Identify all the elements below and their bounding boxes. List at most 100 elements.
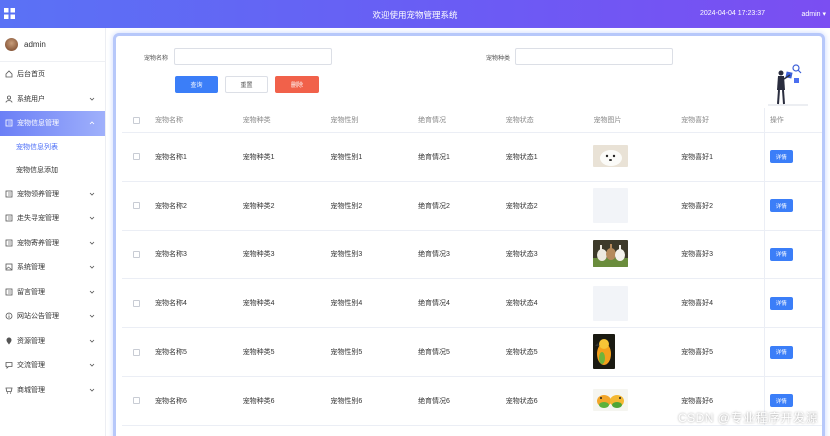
cell-type: 宠物种类1: [242, 153, 275, 161]
sidebar-item-label: 走失寻宠管理: [17, 215, 59, 223]
detail-button[interactable]: 详情: [769, 247, 793, 261]
cell-sterilized: 绝育情况5: [418, 349, 450, 357]
cell-type: 宠物种类3: [242, 251, 275, 259]
cell-gender: 宠物性别2: [330, 202, 363, 210]
row-select-cell: [122, 250, 150, 258]
detail-button[interactable]: 详情: [769, 394, 793, 408]
detail-button[interactable]: 详情: [769, 199, 793, 213]
sidebar-subitem-pet-list[interactable]: 宠物信息列表: [0, 136, 105, 159]
sidebar-item-7[interactable]: 留言管理: [0, 280, 105, 305]
sidebar-item-1[interactable]: 系统用户: [0, 87, 105, 112]
pet-image-cell: [588, 239, 676, 269]
column-header: 宠物状态: [505, 117, 534, 124]
cell-gender: 宠物性别6: [330, 397, 363, 405]
cell-hobby: 宠物喜好5: [681, 349, 714, 357]
main-content: 宠物名称 宠物种类 查询 重置 删除 宠物名称 宠物种类 宠物性别 绝育情况 宠物状态: [106, 28, 830, 436]
cell-hobby: 宠物喜好3: [681, 251, 714, 259]
pet-image-parrot: [593, 333, 616, 371]
cell-sterilized: 绝育情况3: [418, 251, 450, 259]
sidebar-item-11[interactable]: 商城管理: [0, 378, 105, 403]
image-icon: [5, 263, 13, 271]
sidebar-subitem-pet-add[interactable]: 宠物信息添加: [0, 159, 105, 182]
operation-cell: 详情: [763, 328, 814, 376]
sidebar-item-10[interactable]: 交流管理: [0, 353, 105, 378]
operation-cell: 详情: [763, 230, 814, 279]
sidebar-item-label: 宠物信息管理: [17, 120, 59, 128]
delete-button[interactable]: 删除: [275, 76, 319, 93]
cell-sterilized: 绝育情况2: [418, 202, 450, 210]
sidebar-item-3[interactable]: 宠物领养管理: [0, 182, 105, 207]
header-user-menu[interactable]: admin ▾: [801, 10, 826, 18]
operation-cell: 详情: [763, 133, 814, 181]
cell-status: 宠物状态3: [505, 251, 538, 259]
query-button[interactable]: 查询: [175, 76, 218, 93]
cell-sterilized: 绝育情况1: [418, 153, 450, 161]
doc-icon: [5, 119, 13, 127]
table-row: 宠物名称4 宠物种类4 宠物性别4 绝育情况4 宠物状态4 宠物喜好4 详情: [122, 279, 822, 329]
cell-name: 宠物名称3: [155, 251, 187, 259]
cell-hobby: 宠物喜好1: [681, 153, 714, 161]
cell-type: 宠物种类5: [242, 349, 275, 357]
sidebar-item-0[interactable]: 后台首页: [0, 62, 105, 87]
row-select-cell: [122, 348, 150, 356]
pet-image-cell: [588, 144, 676, 169]
sidebar-item-2[interactable]: 宠物信息管理: [0, 111, 105, 136]
detail-button[interactable]: 详情: [769, 150, 793, 164]
select-all-checkbox[interactable]: [132, 116, 140, 124]
row-checkbox[interactable]: [132, 153, 140, 161]
column-header: 宠物喜好: [681, 117, 710, 124]
cell-name: 宠物名称6: [155, 397, 187, 405]
doc-icon: [5, 214, 13, 222]
pet-image-rabbits: [593, 239, 629, 269]
user-icon: [5, 95, 13, 103]
avatar: [5, 38, 18, 51]
row-checkbox[interactable]: [132, 348, 140, 356]
cell-type: 宠物种类2: [242, 202, 275, 210]
pet-name-input[interactable]: [174, 48, 332, 65]
cell-status: 宠物状态5: [505, 349, 538, 357]
cell-sterilized: 绝育情况4: [418, 300, 450, 308]
row-select-cell: [122, 202, 150, 210]
sidebar-item-4[interactable]: 走失寻宠管理: [0, 206, 105, 231]
row-checkbox[interactable]: [132, 250, 140, 258]
sidebar-item-8[interactable]: 网站公告管理: [0, 304, 105, 329]
cell-sterilized: 绝育情况6: [418, 397, 450, 405]
sidebar-item-9[interactable]: 资源管理: [0, 329, 105, 354]
sidebar-item-label: 交流管理: [17, 362, 45, 370]
cell-hobby: 宠物喜好6: [681, 397, 714, 405]
detail-button[interactable]: 详情: [769, 296, 793, 310]
pet-image-white-dog: [593, 144, 629, 169]
pet-type-input[interactable]: [515, 48, 673, 65]
table-row: 宠物名称5 宠物种类5 宠物性别5 绝育情况5 宠物状态5 宠物喜好5 详情: [122, 328, 822, 377]
cell-gender: 宠物性别4: [330, 300, 363, 308]
column-header: 宠物名称: [155, 117, 183, 124]
pet-image-cell: [588, 333, 676, 371]
chevron-down-icon: ▾: [822, 11, 826, 18]
header-username: admin: [801, 11, 821, 18]
cell-status: 宠物状态2: [505, 202, 538, 210]
watermark: CSDN @专业程序开发源: [677, 411, 818, 425]
detail-button[interactable]: 详情: [769, 345, 793, 359]
table-row: 宠物名称2 宠物种类2 宠物性别2 绝育情况2 宠物状态2 宠物喜好2 详情: [122, 181, 822, 231]
cell-gender: 宠物性别1: [330, 153, 363, 161]
sidebar-item-label: 资源管理: [17, 337, 45, 345]
column-header: 操作: [763, 107, 814, 133]
home-icon: [5, 70, 13, 78]
pet-image-blank: [593, 188, 676, 224]
sidebar-profile: admin: [0, 28, 105, 62]
sidebar-item-label: 留言管理: [17, 288, 45, 296]
row-checkbox[interactable]: [132, 397, 140, 405]
sidebar-item-label: 网站公告管理: [17, 313, 59, 321]
row-checkbox[interactable]: [132, 299, 140, 307]
sidebar-item-5[interactable]: 宠物寄养管理: [0, 231, 105, 256]
column-header: 宠物性别: [330, 117, 359, 124]
table-header: 宠物名称 宠物种类 宠物性别 绝育情况 宠物状态 宠物图片 宠物喜好 操作: [122, 107, 822, 133]
column-header: 宠物种类: [242, 117, 271, 124]
pet-image-cell: [588, 285, 676, 321]
doc-icon: [5, 288, 13, 296]
cell-name: 宠物名称5: [155, 349, 187, 357]
row-checkbox[interactable]: [132, 202, 140, 210]
reset-button[interactable]: 重置: [225, 76, 268, 93]
sidebar-item-6[interactable]: 系统管理: [0, 255, 105, 280]
doc-icon: [5, 190, 13, 198]
